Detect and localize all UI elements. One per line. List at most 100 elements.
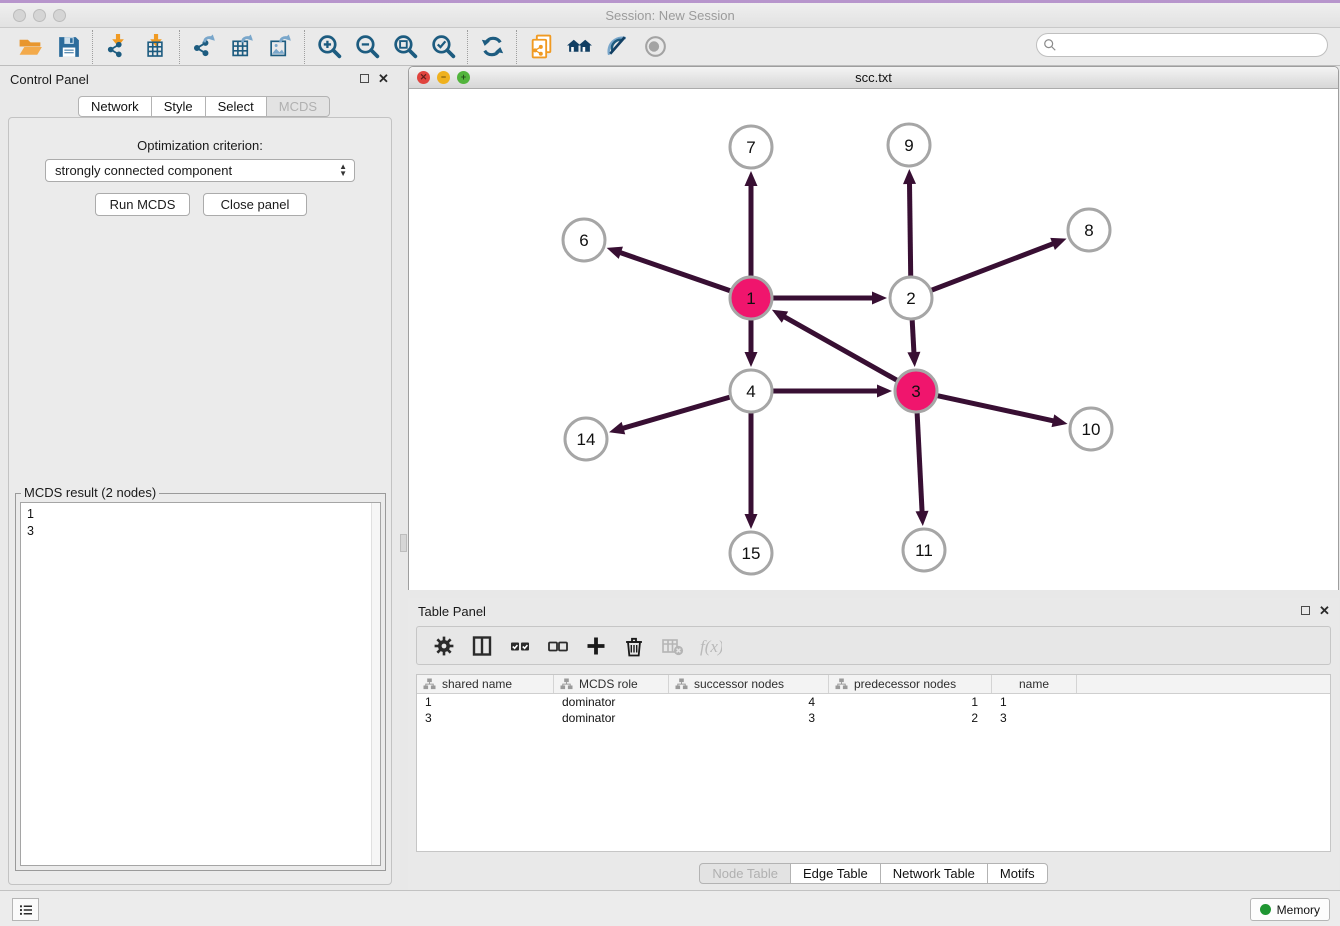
zoom-out-button[interactable]	[348, 31, 386, 63]
task-history-button[interactable]	[12, 898, 39, 921]
close-panel-icon[interactable]: ✕	[378, 71, 389, 87]
edge-1-2[interactable]	[773, 292, 887, 305]
node-table-body: 1dominator4113dominator323	[417, 694, 1330, 726]
memory-label: Memory	[1277, 903, 1320, 917]
export-table-icon	[229, 33, 256, 60]
export-network-button[interactable]	[185, 31, 223, 63]
toolbar-group	[516, 30, 679, 64]
node-label: 11	[915, 541, 933, 560]
tab-edge-table[interactable]: Edge Table	[790, 863, 881, 884]
copy-network-button[interactable]	[522, 31, 560, 63]
node-4[interactable]: 4	[730, 370, 772, 412]
node-9[interactable]: 9	[888, 124, 930, 166]
close-panel-button[interactable]: Close panel	[203, 193, 307, 216]
node-15[interactable]: 15	[730, 532, 772, 574]
first-neighbors-button[interactable]	[560, 31, 598, 63]
column-header-shared-name[interactable]: shared name	[417, 675, 554, 693]
export-image-button[interactable]	[261, 31, 299, 63]
create-column-button[interactable]	[577, 631, 615, 661]
edge-2-8[interactable]	[932, 238, 1067, 290]
column-header-name[interactable]: name	[992, 675, 1077, 693]
column-label: shared name	[442, 677, 512, 691]
tab-motifs[interactable]: Motifs	[987, 863, 1048, 884]
edge-4-3[interactable]	[773, 385, 892, 398]
tab-style[interactable]: Style	[151, 96, 206, 117]
column-header-successor-nodes[interactable]: successor nodes	[669, 675, 829, 693]
edge-1-6[interactable]	[607, 247, 731, 291]
tab-network-table[interactable]: Network Table	[880, 863, 988, 884]
search-box[interactable]	[1036, 33, 1328, 57]
node-14[interactable]: 14	[565, 418, 607, 460]
column-label: name	[1019, 677, 1049, 691]
edge-2-3[interactable]	[907, 320, 920, 367]
toolbar-group	[304, 30, 467, 64]
node-2[interactable]: 2	[890, 277, 932, 319]
node-11[interactable]: 11	[903, 529, 945, 571]
node-label: 1	[746, 289, 755, 308]
import-table-button[interactable]	[136, 31, 174, 63]
optimization-criterion-select[interactable]: strongly connected component ▲▼	[45, 159, 355, 182]
table-options-button[interactable]	[425, 631, 463, 661]
edge-1-4[interactable]	[745, 320, 758, 367]
select-all-columns-button[interactable]	[501, 631, 539, 661]
node-6[interactable]: 6	[563, 219, 605, 261]
edge-3-1[interactable]	[772, 310, 897, 380]
trash-icon	[622, 634, 646, 658]
refresh-network-button[interactable]	[473, 31, 511, 63]
column-label: predecessor nodes	[854, 677, 956, 691]
open-session-button[interactable]	[11, 31, 49, 63]
svg-text:f(x): f(x)	[700, 637, 722, 656]
edge-4-14[interactable]	[609, 397, 730, 434]
status-bar: Memory	[0, 890, 1340, 926]
table-row[interactable]: 3dominator323	[417, 710, 1330, 726]
zoom-in-button[interactable]	[310, 31, 348, 63]
node-3[interactable]: 3	[895, 370, 937, 412]
tab-network[interactable]: Network	[78, 96, 152, 117]
table-cell: 1	[992, 694, 1077, 710]
mcds-result-area[interactable]: 13	[20, 502, 381, 866]
result-scrollbar[interactable]	[371, 503, 380, 865]
search-input[interactable]	[1061, 35, 1327, 55]
export-table-button[interactable]	[223, 31, 261, 63]
zoom-selected-icon	[430, 33, 457, 60]
tab-mcds[interactable]: MCDS	[266, 96, 330, 117]
column-header-MCDS-role[interactable]: MCDS role	[554, 675, 669, 693]
zoom-fit-button[interactable]	[386, 31, 424, 63]
network-window-titlebar[interactable]: ✕ − + scc.txt	[409, 67, 1338, 89]
save-session-button[interactable]	[49, 31, 87, 63]
unselect-all-columns-button[interactable]	[539, 631, 577, 661]
vertical-splitter-handle[interactable]	[400, 534, 407, 552]
column-header-predecessor-nodes[interactable]: predecessor nodes	[829, 675, 992, 693]
node-7[interactable]: 7	[730, 126, 772, 168]
mcds-result-box: MCDS result (2 nodes) 13	[15, 493, 386, 871]
edge-3-10[interactable]	[937, 396, 1067, 427]
network-canvas[interactable]: 1 2 3 4 6 7 8 9 10 11 14 15	[409, 89, 1338, 590]
tab-node-table[interactable]: Node Table	[699, 863, 791, 884]
tree-icon	[423, 678, 436, 690]
gear-icon	[432, 634, 456, 658]
node-10[interactable]: 10	[1070, 408, 1112, 450]
app-titlebar: Session: New Session	[0, 3, 1340, 28]
run-mcds-button[interactable]: Run MCDS	[95, 193, 190, 216]
memory-button[interactable]: Memory	[1250, 898, 1330, 921]
split-panel-button[interactable]	[463, 631, 501, 661]
edge-1-7[interactable]	[745, 171, 758, 276]
float-table-panel-icon[interactable]	[1301, 606, 1310, 615]
table-panel-title: Table Panel	[418, 604, 486, 619]
import-network-button[interactable]	[98, 31, 136, 63]
float-panel-icon[interactable]	[360, 74, 369, 83]
close-table-panel-icon[interactable]: ✕	[1319, 603, 1330, 619]
edge-2-9[interactable]	[903, 169, 916, 276]
node-8[interactable]: 8	[1068, 209, 1110, 251]
edge-3-11[interactable]	[916, 413, 929, 526]
zoom-selected-button[interactable]	[424, 31, 462, 63]
node-1[interactable]: 1	[730, 277, 772, 319]
table-row[interactable]: 1dominator411	[417, 694, 1330, 710]
edge-4-15[interactable]	[745, 413, 758, 529]
folder-icon	[17, 33, 44, 60]
delete-columns-button[interactable]	[615, 631, 653, 661]
vizmap-toggle-button[interactable]	[598, 31, 636, 63]
tab-select[interactable]: Select	[205, 96, 267, 117]
table-cell: 3	[417, 710, 554, 726]
refresh-icon	[479, 33, 506, 60]
